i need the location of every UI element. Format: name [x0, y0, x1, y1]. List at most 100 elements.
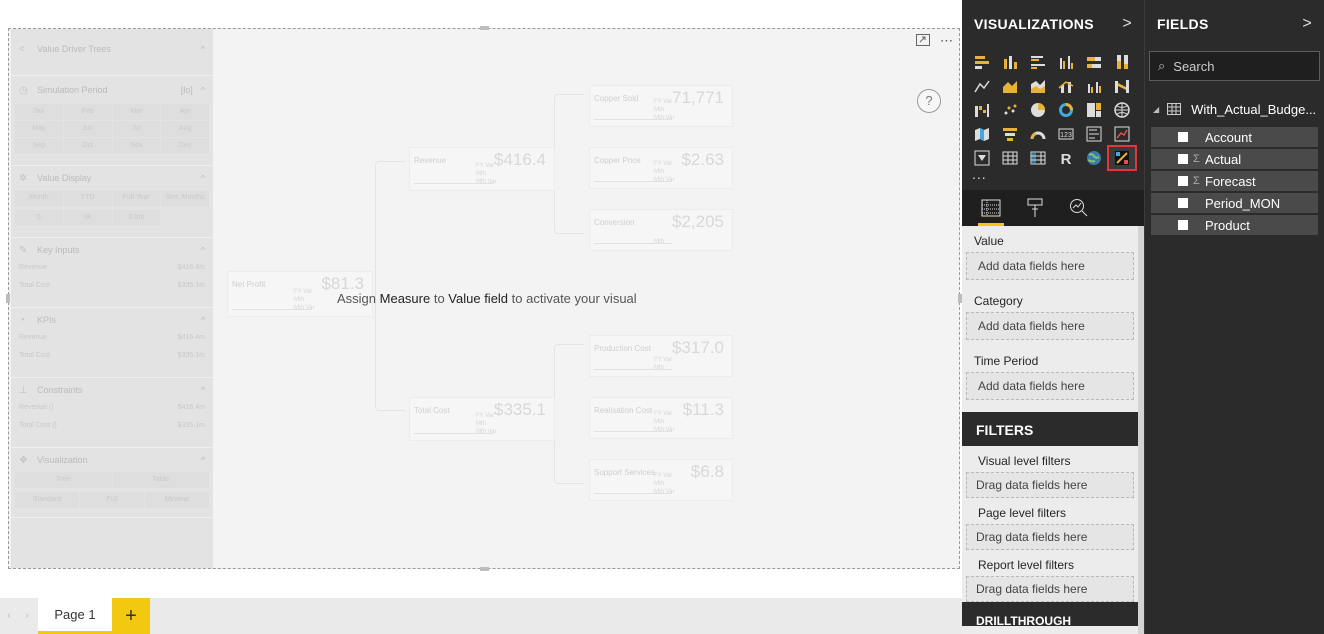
- month-sep[interactable]: Sep: [15, 138, 63, 154]
- next-page-icon[interactable]: ›: [18, 610, 36, 622]
- field-item-period-mon[interactable]: Period_MON: [1151, 193, 1318, 213]
- value-drop-zone[interactable]: Add data fields here: [966, 252, 1134, 280]
- collapse-pane-icon[interactable]: >: [1302, 15, 1312, 33]
- card-icon[interactable]: 123: [1052, 122, 1080, 146]
- page-filters-drop-zone[interactable]: Drag data fields here: [966, 524, 1134, 550]
- field-checkbox[interactable]: [1178, 176, 1188, 186]
- globe-map-icon[interactable]: [1080, 146, 1108, 170]
- format-units[interactable]: 0: [15, 210, 63, 226]
- more-options-icon[interactable]: ⋯: [940, 33, 953, 49]
- month-nov[interactable]: Nov: [112, 138, 161, 154]
- value-driver-tree-visual[interactable]: < Value Driver Trees ^ ◷ Simulation Period […: [8, 28, 960, 569]
- tree-node-revenue[interactable]: Revenue $416.4 FY Var Mth Mth Var: [409, 147, 555, 191]
- format-tab-icon[interactable]: [1024, 193, 1046, 223]
- add-page-button[interactable]: +: [112, 598, 150, 634]
- month-may[interactable]: May: [15, 121, 63, 137]
- field-checkbox[interactable]: [1178, 132, 1188, 142]
- waterfall-chart-icon[interactable]: [968, 98, 996, 122]
- prev-page-icon[interactable]: ‹: [0, 610, 18, 622]
- line-chart-icon[interactable]: [968, 74, 996, 98]
- funnel-icon[interactable]: [996, 122, 1024, 146]
- 100-percent-bar-chart-icon[interactable]: [1080, 50, 1108, 74]
- tree-node-copper-price[interactable]: Copper Price $2.63 FY Var Mth Mth Var: [589, 147, 733, 189]
- field-checkbox[interactable]: [1178, 198, 1188, 208]
- map-icon[interactable]: [1108, 98, 1136, 122]
- field-checkbox[interactable]: [1178, 154, 1188, 164]
- month-jul[interactable]: Jul: [112, 121, 161, 137]
- month-oct[interactable]: Oct: [63, 138, 112, 154]
- report-filters-drop-zone[interactable]: Drag data fields here: [966, 576, 1134, 602]
- mode-standard[interactable]: Standard: [15, 492, 79, 508]
- tree-node-total-cost[interactable]: Total Cost $335.1 FY Var Mth Mth Var: [409, 397, 555, 441]
- field-item-forecast[interactable]: Σ Forecast: [1151, 171, 1318, 191]
- 100-percent-column-chart-icon[interactable]: [1108, 50, 1136, 74]
- month-dec[interactable]: Dec: [161, 138, 209, 154]
- format-thousands[interactable]: 0k: [63, 210, 112, 226]
- display-ytd[interactable]: YTD: [63, 190, 112, 206]
- pie-chart-icon[interactable]: [1024, 98, 1052, 122]
- area-chart-icon[interactable]: [996, 74, 1024, 98]
- analytics-tab-icon[interactable]: [1068, 193, 1090, 223]
- resize-handle[interactable]: [480, 567, 489, 571]
- viz-table[interactable]: Table: [112, 472, 209, 488]
- stacked-area-chart-icon[interactable]: [1024, 74, 1052, 98]
- resize-handle[interactable]: [6, 294, 10, 303]
- expand-triangle-icon[interactable]: ◢: [1153, 105, 1159, 114]
- ribbon-chart-icon[interactable]: [1108, 74, 1136, 98]
- chevron-up-icon[interactable]: ^: [201, 173, 205, 183]
- table-node[interactable]: ◢ With_Actual_Budge...: [1145, 91, 1324, 127]
- category-drop-zone[interactable]: Add data fields here: [966, 312, 1134, 340]
- stacked-bar-chart-icon[interactable]: [968, 50, 996, 74]
- gauge-icon[interactable]: [1024, 122, 1052, 146]
- collapse-pane-icon[interactable]: >: [1122, 15, 1132, 33]
- focus-mode-icon[interactable]: [916, 33, 930, 49]
- month-jan[interactable]: Jan: [15, 104, 63, 120]
- chevron-up-icon[interactable]: ^: [201, 315, 205, 325]
- line-and-clustered-column-chart-icon[interactable]: [1080, 74, 1108, 98]
- filled-map-icon[interactable]: [968, 122, 996, 146]
- matrix-icon[interactable]: [1024, 146, 1052, 170]
- visual-filters-drop-zone[interactable]: Drag data fields here: [966, 472, 1134, 498]
- month-apr[interactable]: Apr: [161, 104, 209, 120]
- table-icon[interactable]: [996, 146, 1024, 170]
- multi-row-card-icon[interactable]: [1080, 122, 1108, 146]
- display-month[interactable]: Month: [15, 190, 63, 206]
- tree-node-copper-sold[interactable]: Copper Sold 71,771 FY Var Mth Mth Var: [589, 85, 733, 127]
- tab-page-1[interactable]: Page 1: [38, 598, 112, 634]
- field-item-product[interactable]: Product: [1151, 215, 1318, 235]
- time-period-drop-zone[interactable]: Add data fields here: [966, 372, 1134, 400]
- tree-node-support-services[interactable]: Support Services $6.8 FY Var Mth Mth Var: [589, 459, 733, 501]
- display-sim-months[interactable]: Sim. Months: [161, 190, 209, 206]
- chevron-up-icon[interactable]: ^: [201, 85, 205, 95]
- display-full-year[interactable]: Full Year: [112, 190, 161, 206]
- format-millions[interactable]: 0.0m: [112, 210, 161, 226]
- scatter-chart-icon[interactable]: [996, 98, 1024, 122]
- viz-tree[interactable]: Tree: [15, 472, 112, 488]
- r-script-visual-icon[interactable]: R: [1052, 146, 1080, 170]
- value-driver-tree-visual-icon[interactable]: [1107, 145, 1137, 171]
- tree-node-production-cost[interactable]: Production Cost $317.0 FY Var Mth: [589, 335, 733, 377]
- chevron-up-icon[interactable]: ^: [201, 245, 205, 255]
- field-checkbox[interactable]: [1178, 220, 1188, 230]
- donut-chart-icon[interactable]: [1052, 98, 1080, 122]
- mode-full[interactable]: Full: [80, 492, 144, 508]
- more-visuals-icon[interactable]: ...: [962, 167, 1144, 188]
- month-aug[interactable]: Aug: [161, 121, 209, 137]
- resize-handle[interactable]: [480, 26, 489, 30]
- tree-node-conversion[interactable]: Conversion $2,205 Mth: [589, 209, 733, 251]
- field-item-actual[interactable]: Σ Actual: [1151, 149, 1318, 169]
- fields-tab-icon[interactable]: [978, 193, 1004, 226]
- clustered-column-chart-icon[interactable]: [1052, 50, 1080, 74]
- kpi-icon[interactable]: [1108, 122, 1136, 146]
- month-jun[interactable]: Jun: [63, 121, 112, 137]
- mode-minimal[interactable]: Minimal: [145, 492, 209, 508]
- help-icon[interactable]: ?: [917, 89, 941, 113]
- tree-node-realisation-cost[interactable]: Realisation Cost $11.3 FY Var Mth Mth Var: [589, 397, 733, 439]
- chevron-up-icon[interactable]: ^: [201, 385, 205, 395]
- chevron-up-icon[interactable]: ^: [201, 455, 205, 465]
- month-feb[interactable]: Feb: [63, 104, 112, 120]
- treemap-icon[interactable]: [1080, 98, 1108, 122]
- clustered-bar-chart-icon[interactable]: [1024, 50, 1052, 74]
- line-and-column-chart-icon[interactable]: [1052, 74, 1080, 98]
- field-item-account[interactable]: Account: [1151, 127, 1318, 147]
